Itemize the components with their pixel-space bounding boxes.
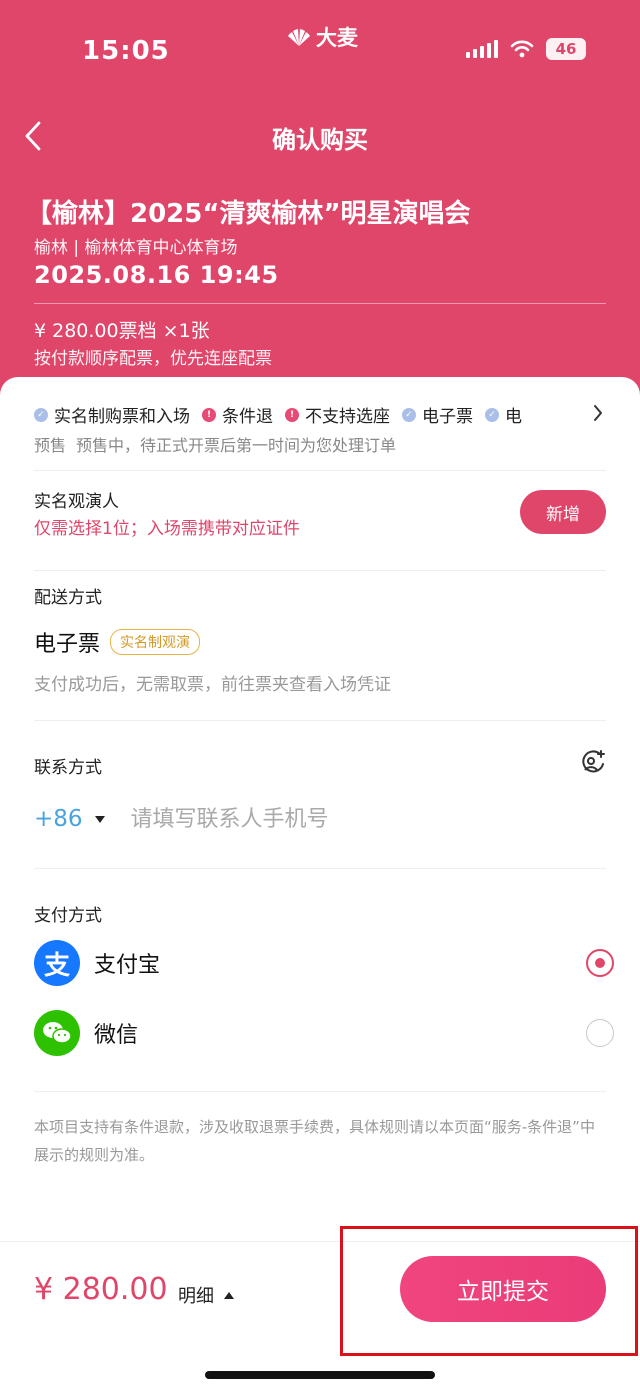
check-icon: ✓	[485, 407, 499, 422]
presale-label: 预售	[34, 436, 67, 455]
event-venue: 榆林 | 榆林体育中心体育场	[34, 238, 238, 258]
service-tags[interactable]: ✓ 实名制购票和入场 ! 条件退 ! 不支持选座 ✓ 电子票 ✓ 电	[34, 402, 594, 427]
delivery-note: 支付成功后，无需取票，前往票夹查看入场凭证	[34, 675, 391, 695]
realname-badge: 实名制观演	[110, 629, 201, 655]
radio-selected[interactable]	[586, 949, 614, 977]
nav-bar: 确认购买	[0, 108, 640, 164]
wifi-icon	[510, 40, 534, 58]
contact-book-icon[interactable]	[580, 750, 606, 776]
radio-unselected[interactable]	[586, 1019, 614, 1047]
wechat-icon	[34, 1010, 80, 1056]
tag-eticket: ✓ 电子票	[402, 402, 473, 427]
refund-policy-note: 本项目支持有条件退款，涉及收取退票手续费，具体规则请以本页面“服务-条件退”中展…	[34, 1118, 595, 1164]
alipay-icon: 支	[34, 940, 80, 986]
home-indicator	[205, 1371, 435, 1379]
payment-option-wechat[interactable]: 微信	[34, 1007, 614, 1059]
tags-more-button[interactable]	[586, 399, 610, 427]
tag-no-seat-selection: ! 不支持选座	[285, 402, 390, 427]
delivery-section-title: 配送方式	[34, 588, 102, 608]
chevron-right-icon	[594, 405, 602, 421]
total-price: ¥ 280.00	[34, 1272, 168, 1307]
divider	[34, 868, 606, 869]
add-viewer-button[interactable]: 新增	[520, 490, 606, 534]
divider	[34, 470, 606, 471]
damai-logo-icon	[288, 29, 310, 46]
tag-realname: ✓ 实名制购票和入场	[34, 402, 190, 427]
payment-option-alipay[interactable]: 支 支付宝	[34, 937, 614, 989]
payment-option-name: 支付宝	[94, 953, 161, 978]
alert-icon: !	[202, 407, 216, 422]
alert-icon: !	[285, 407, 299, 422]
header-divider	[34, 303, 606, 304]
check-icon: ✓	[402, 407, 416, 422]
page-title: 确认购买	[272, 126, 368, 154]
country-code-select[interactable]: +86	[34, 806, 83, 832]
header: 15:05 大麦 46 确认购买 【榆林】2025“清爽榆林”明星演唱会 榆林 …	[0, 0, 640, 420]
check-icon: ✓	[34, 407, 48, 422]
payment-option-name: 微信	[94, 1023, 139, 1048]
status-time: 15:05	[82, 36, 170, 66]
delivery-method: 电子票 实名制观演	[34, 626, 201, 658]
cellular-signal-icon	[466, 40, 498, 58]
event-datetime: 2025.08.16 19:45	[34, 261, 279, 289]
ticket-price-line: ¥ 280.00票档 ×1张	[34, 320, 210, 342]
payment-section-title: 支付方式	[34, 906, 102, 926]
presale-info: 预售 预售中，待正式开票后第一时间为您处理订单	[34, 432, 396, 456]
status-icons: 46	[466, 38, 586, 60]
delivery-method-name: 电子票	[34, 632, 101, 657]
brand-logo: 大麦	[286, 22, 358, 52]
event-title: 【榆林】2025“清爽榆林”明星演唱会	[26, 199, 471, 229]
caret-down-icon[interactable]	[94, 815, 105, 823]
contact-section-title: 联系方式	[34, 758, 102, 778]
seat-allocation-note: 按付款顺序配票，优先连座配票	[34, 349, 272, 369]
divider	[34, 1091, 606, 1092]
brand-name: 大麦	[316, 26, 358, 50]
presale-text: 预售中，待正式开票后第一时间为您处理订单	[76, 436, 397, 455]
caret-up-icon	[224, 1291, 234, 1299]
highlight-annotation-box	[340, 1226, 638, 1356]
viewer-section-title: 实名观演人	[34, 492, 119, 512]
wechat-bubbles-icon	[43, 1022, 72, 1044]
tag-truncated: ✓ 电	[485, 402, 522, 427]
phone-row: +86	[34, 806, 551, 832]
divider	[34, 570, 606, 571]
battery-icon: 46	[546, 38, 586, 60]
viewer-hint: 仅需选择1位；入场需携带对应证件	[34, 519, 300, 539]
phone-input[interactable]	[130, 806, 551, 832]
tag-conditional-refund: ! 条件退	[202, 402, 273, 427]
price-detail-toggle[interactable]: 明细	[178, 1282, 234, 1308]
price-detail-label: 明细	[178, 1286, 214, 1307]
divider	[34, 720, 606, 721]
